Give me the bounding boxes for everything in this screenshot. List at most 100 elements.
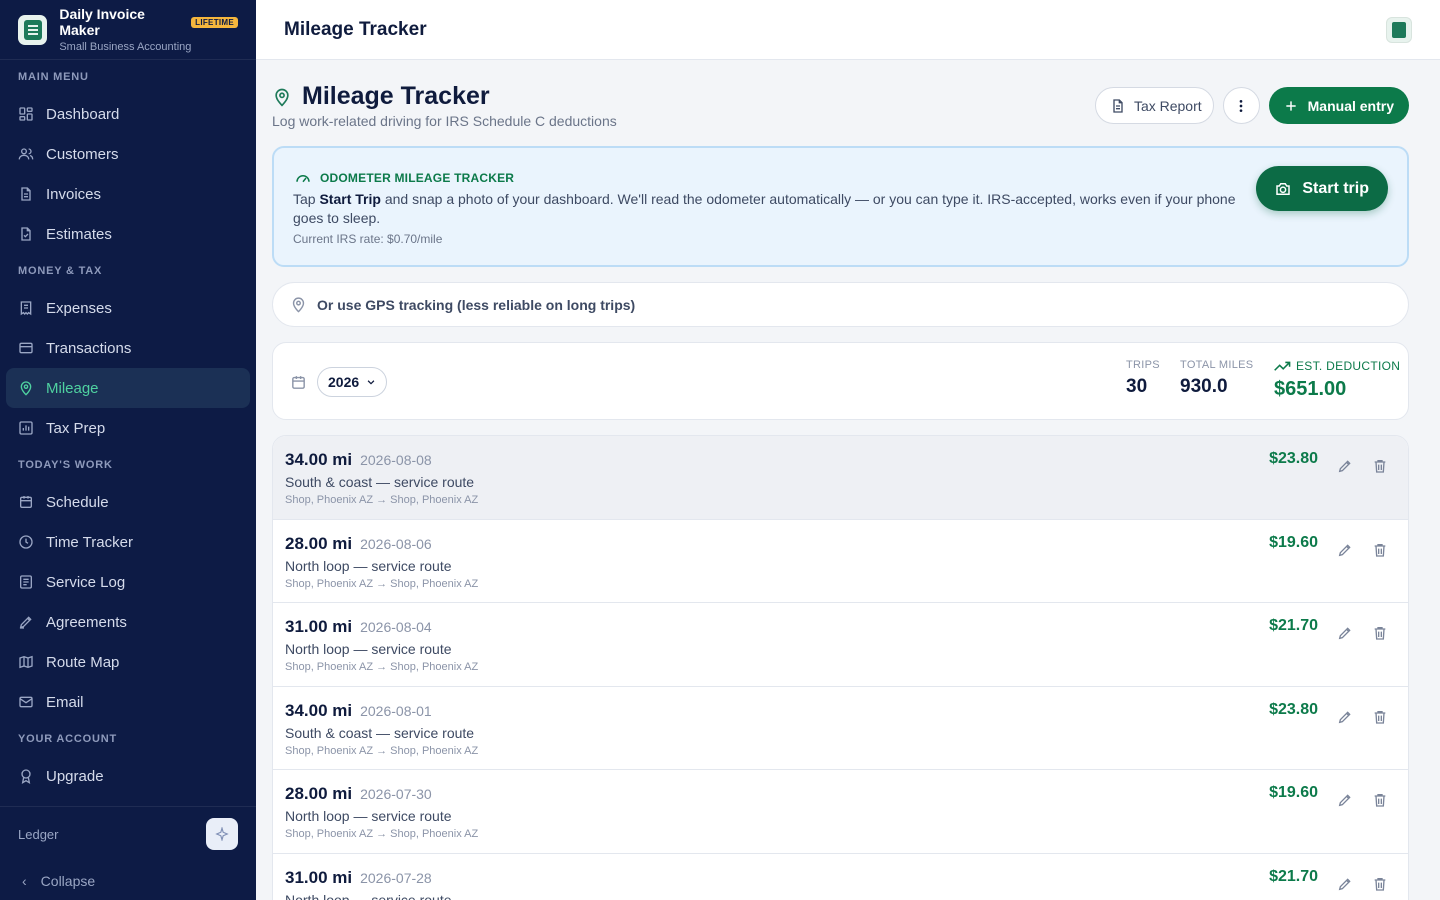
trips-stat: TRIPS 30 [1126, 359, 1160, 398]
nav-section-title: MAIN MENU [18, 71, 89, 83]
gauge-icon [296, 175, 310, 183]
trip-route: Shop, Phoenix AZ → Shop, Phoenix AZ [285, 494, 479, 506]
dashboard-icon [18, 106, 34, 122]
trip-date: 2026-07-30 [360, 786, 432, 803]
sidebar-item-dashboard[interactable]: Dashboard [6, 94, 250, 134]
sidebar-item-mileage[interactable]: Mileage [6, 368, 250, 408]
sidebar-item-label: Route Map [46, 653, 120, 671]
chevron-left-icon: ‹ [22, 873, 27, 889]
trip-date: 2026-07-28 [360, 869, 432, 886]
trip-deduction-amount: $21.70 [1269, 867, 1318, 885]
map-pin-icon [18, 380, 34, 396]
sidebar-item-estimates[interactable]: Estimates [6, 214, 250, 254]
sidebar-item-transactions[interactable]: Transactions [6, 328, 250, 368]
document-icon [18, 186, 34, 202]
trip-row[interactable]: 28.00 mi 2026-07-30 North loop — service… [273, 770, 1408, 854]
edit-trip-button[interactable] [1335, 623, 1355, 643]
trash-icon [1374, 627, 1386, 640]
year-select[interactable]: 2026 [317, 367, 387, 397]
sidebar-item-agreements[interactable]: Agreements [6, 602, 250, 642]
map-pin-icon [292, 297, 305, 313]
sidebar-item-upgrade[interactable]: Upgrade [6, 756, 250, 796]
trip-date: 2026-08-06 [360, 535, 432, 552]
odometer-tracker-card: ODOMETER MILEAGE TRACKER Tap Start Trip … [272, 146, 1409, 267]
total-miles-value: 930.0 [1180, 376, 1228, 397]
trip-deduction-amount: $21.70 [1269, 617, 1318, 635]
pencil-icon [1338, 627, 1351, 640]
brand[interactable]: Daily Invoice Maker LIFETIME Small Busin… [0, 0, 256, 60]
ledger-sparkle-button[interactable] [206, 818, 238, 850]
trip-row[interactable]: 34.00 mi 2026-08-01 South & coast — serv… [273, 687, 1408, 771]
trip-row[interactable]: 34.00 mi 2026-08-08 South & coast — serv… [273, 436, 1408, 520]
edit-trip-button[interactable] [1335, 456, 1355, 476]
trip-row[interactable]: 31.00 mi 2026-08-04 North loop — service… [273, 603, 1408, 687]
odometer-desc-prefix: Tap [293, 191, 320, 207]
delete-trip-button[interactable] [1370, 540, 1390, 560]
page-header: Mileage Tracker Log work-related driving… [272, 60, 1409, 146]
trip-miles: 28.00 mi [285, 784, 353, 804]
trip-route: Shop, Phoenix AZ → Shop, Phoenix AZ [285, 744, 479, 757]
sidebar-item-label: Mileage [46, 379, 99, 397]
receipt-icon [18, 300, 34, 316]
trash-icon [1374, 794, 1386, 808]
start-trip-button[interactable]: Start trip [1256, 166, 1388, 211]
pencil-icon [1338, 794, 1351, 807]
delete-trip-button[interactable] [1370, 456, 1390, 476]
deduction-label-row: EST. DEDUCTION [1274, 359, 1400, 373]
sidebar: Daily Invoice Maker LIFETIME Small Busin… [0, 0, 256, 900]
trip-route: Shop, Phoenix AZ → Shop, Phoenix AZ [285, 661, 479, 674]
sidebar-item-customers[interactable]: Customers [6, 134, 250, 174]
chevron-down-icon [367, 380, 375, 385]
chart-icon [18, 420, 34, 436]
trip-description: North loop — service route [285, 891, 452, 900]
edit-trip-button[interactable] [1335, 540, 1355, 560]
collapse-button[interactable]: ‹ Collapse [0, 861, 256, 900]
sidebar-item-schedule[interactable]: Schedule [6, 482, 250, 522]
award-icon [18, 768, 34, 784]
total-miles-label: TOTAL MILES [1180, 359, 1254, 371]
trip-date: 2026-08-08 [360, 452, 432, 468]
trip-description: North loop — service route [285, 808, 452, 825]
delete-trip-button[interactable] [1370, 707, 1390, 727]
more-options-button[interactable] [1222, 87, 1260, 124]
tax-report-button[interactable]: Tax Report [1094, 87, 1214, 124]
brand-subtitle: Small Business Accounting [59, 41, 192, 53]
sidebar-item-expenses[interactable]: Expenses [6, 288, 250, 328]
trash-icon [1374, 460, 1386, 473]
sidebar-item-tax-prep[interactable]: Tax Prep [6, 408, 250, 448]
trip-row[interactable]: 28.00 mi 2026-08-06 North loop — service… [273, 520, 1408, 604]
page-subtitle: Log work-related driving for IRS Schedul… [272, 113, 617, 129]
delete-trip-button[interactable] [1370, 623, 1390, 643]
odometer-description: Tap Start Trip and snap a photo of your … [293, 190, 1253, 228]
gps-tracking-option[interactable]: Or use GPS tracking (less reliable on lo… [272, 282, 1409, 327]
sidebar-item-label: Time Tracker [46, 533, 133, 551]
sidebar-item-time-tracker[interactable]: Time Tracker [6, 522, 250, 562]
edit-trip-button[interactable] [1335, 790, 1355, 810]
pen-icon [18, 614, 34, 630]
sidebar-item-service-log[interactable]: Service Log [6, 562, 250, 602]
plan-badge: LIFETIME [191, 16, 238, 28]
sparkle-icon [215, 827, 229, 841]
trip-miles: 31.00 mi [285, 867, 353, 887]
manual-entry-button[interactable]: Manual entry [1268, 87, 1409, 124]
edit-trip-button[interactable] [1335, 874, 1355, 894]
brand-name: Daily Invoice Maker [59, 6, 145, 38]
calendar-icon [292, 375, 305, 389]
deduction-value: $651.00 [1274, 378, 1347, 400]
trash-icon [1374, 710, 1386, 724]
header-app-logo-icon[interactable] [1386, 16, 1412, 43]
delete-trip-button[interactable] [1370, 874, 1390, 894]
trip-route: Shop, Phoenix AZ → Shop, Phoenix AZ [285, 828, 479, 841]
trip-miles: 34.00 mi [285, 700, 353, 720]
sidebar-item-email[interactable]: Email [6, 682, 250, 722]
pencil-icon [1338, 711, 1351, 724]
sidebar-item-label: Agreements [46, 613, 127, 631]
trip-row[interactable]: 31.00 mi 2026-07-28 North loop — service… [273, 854, 1408, 900]
main-content: Mileage Tracker Log work-related driving… [272, 60, 1409, 900]
sidebar-item-route-map[interactable]: Route Map [6, 642, 250, 682]
trip-description: South & coast — service route [285, 474, 475, 490]
delete-trip-button[interactable] [1370, 790, 1390, 810]
clock-icon [18, 534, 34, 550]
sidebar-item-invoices[interactable]: Invoices [6, 174, 250, 214]
edit-trip-button[interactable] [1335, 707, 1355, 727]
